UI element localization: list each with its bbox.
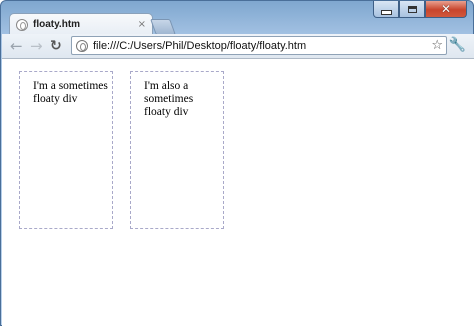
tab-close-icon[interactable]: × xyxy=(138,19,146,30)
reload-icon[interactable]: ↻ xyxy=(50,37,62,55)
forward-arrow-icon[interactable]: → xyxy=(30,37,43,55)
close-window-button[interactable]: ✕ xyxy=(425,1,467,18)
page-globe-icon xyxy=(76,39,88,52)
wrench-menu-icon[interactable]: 🔧 xyxy=(449,37,466,53)
floaty-div-2: I'm also a sometimes floaty div xyxy=(130,71,224,229)
close-icon: ✕ xyxy=(440,2,452,16)
back-arrow-icon[interactable]: ← xyxy=(10,37,23,55)
minimize-button[interactable] xyxy=(373,1,399,18)
page-favicon-icon xyxy=(16,18,28,31)
tab-floaty[interactable]: floaty.htm × xyxy=(9,13,153,35)
floaty-div-1: I'm a sometimes floaty div xyxy=(19,71,113,229)
minimize-icon xyxy=(380,9,392,15)
browser-window: ✕ floaty.htm × ← → ↻ file:///C:/Users/Ph… xyxy=(0,0,474,327)
window-controls: ✕ xyxy=(373,1,467,19)
page-content: I'm a sometimes floaty div I'm also a so… xyxy=(2,59,474,327)
url-text[interactable]: file:///C:/Users/Phil/Desktop/floaty/flo… xyxy=(93,40,431,52)
toolbar: ← → ↻ file:///C:/Users/Phil/Desktop/floa… xyxy=(2,34,474,59)
address-bar[interactable]: file:///C:/Users/Phil/Desktop/floaty/flo… xyxy=(71,36,447,55)
tab-title: floaty.htm xyxy=(33,19,81,30)
new-tab-button[interactable] xyxy=(150,19,176,35)
bookmark-star-icon[interactable]: ☆ xyxy=(431,38,443,53)
maximize-button[interactable] xyxy=(399,1,425,18)
maximize-icon xyxy=(407,5,417,13)
